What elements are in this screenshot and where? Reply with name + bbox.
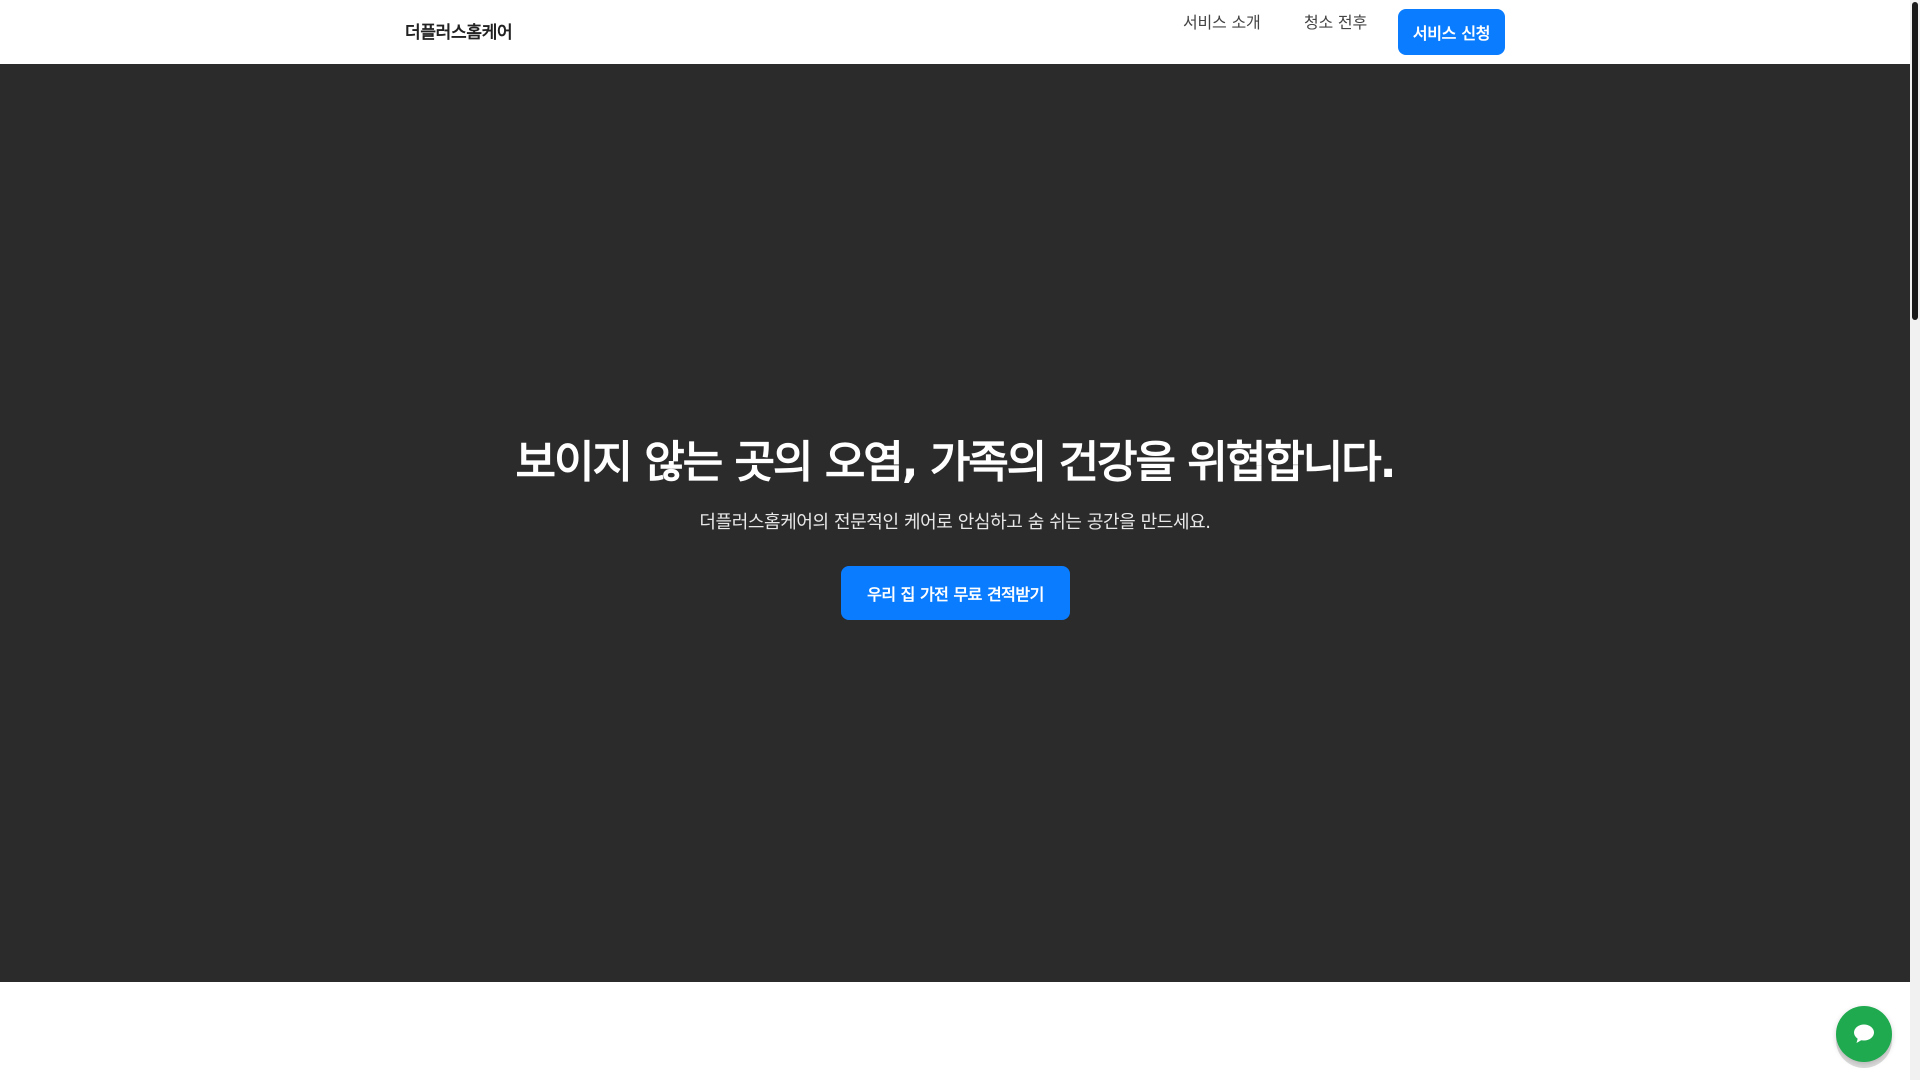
- service-apply-button[interactable]: 서비스 신청: [1398, 9, 1505, 55]
- chat-button[interactable]: [1836, 1006, 1892, 1062]
- nav-link-service-intro[interactable]: 서비스 소개: [1183, 9, 1261, 33]
- site-header: 더플러스홈케어 서비스 소개 청소 전후 서비스 신청: [0, 0, 1910, 64]
- scrollbar-thumb[interactable]: [1912, 2, 1918, 320]
- hero-title: 보이지 않는 곳의 오염, 가족의 건강을 위협합니다.: [515, 437, 1397, 488]
- hero-subtitle: 더플러스홈케어의 전문적인 케어로 안심하고 숨 쉬는 공간을 만드세요.: [699, 512, 1211, 533]
- page: 더플러스홈케어 서비스 소개 청소 전후 서비스 신청 보이지 않는 곳의 오염…: [0, 0, 1920, 1080]
- hero-section: 보이지 않는 곳의 오염, 가족의 건강을 위협합니다. 더플러스홈케어의 전문…: [0, 64, 1910, 982]
- chat-bubble-icon: [1850, 1020, 1878, 1048]
- nav-link-before-after[interactable]: 청소 전후: [1304, 9, 1367, 33]
- site-logo[interactable]: 더플러스홈케어: [405, 18, 513, 43]
- free-estimate-button[interactable]: 우리 집 가전 무료 견적받기: [841, 566, 1070, 620]
